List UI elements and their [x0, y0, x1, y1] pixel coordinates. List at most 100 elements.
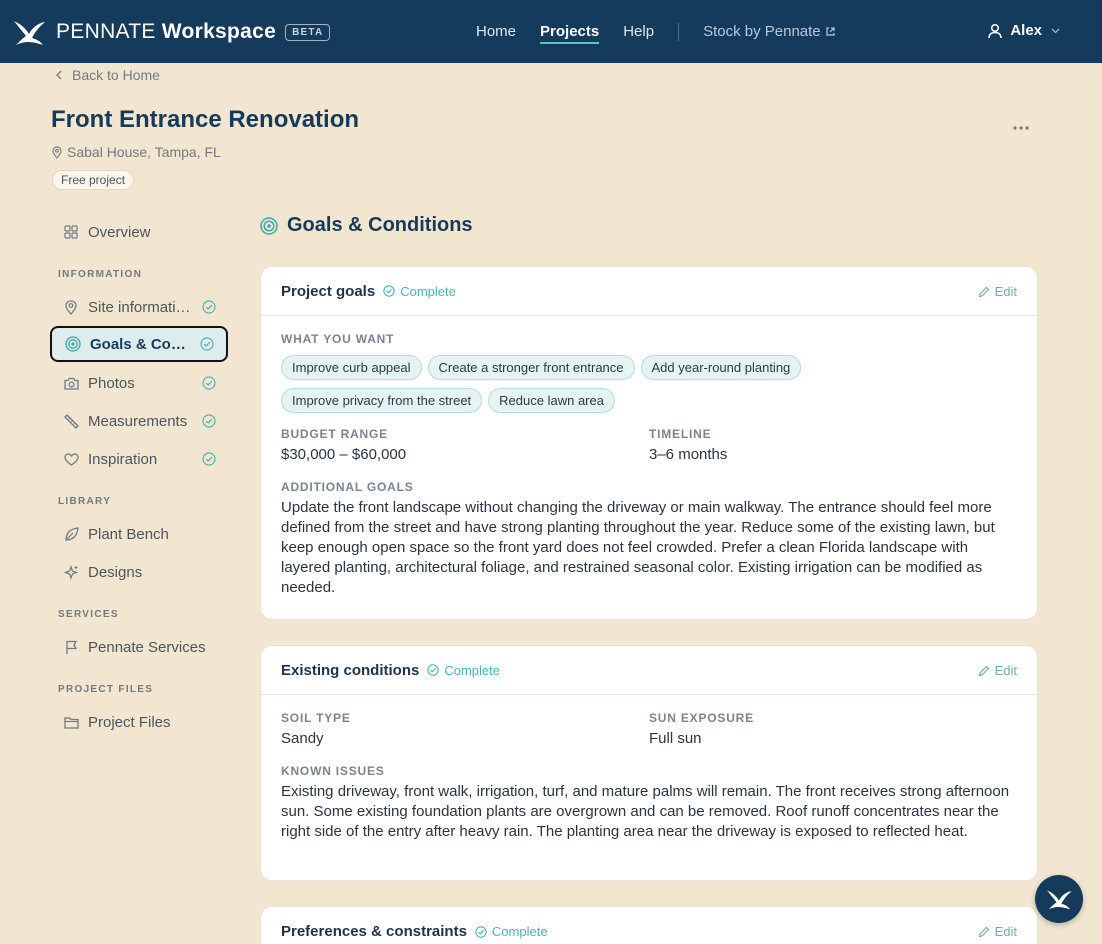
grid-icon — [63, 224, 79, 240]
existing-conditions-card: Existing conditions Complete Edit SOIL T… — [260, 645, 1038, 881]
sidebar-item-overview[interactable]: Overview — [50, 214, 228, 250]
check-circle-icon — [383, 285, 395, 297]
sidebar-item-plant-bench[interactable]: Plant Bench — [50, 516, 228, 552]
check-circle-icon — [202, 414, 216, 428]
sidebar-item-label: Project Files — [88, 713, 171, 731]
project-tier-badge: Free project — [52, 170, 135, 190]
field-label-known-issues: KNOWN ISSUES — [281, 764, 385, 778]
location-text: Sabal House, Tampa, FL — [67, 144, 221, 160]
sidebar-section-library: LIBRARY — [58, 496, 112, 507]
main-nav: Home Projects Help Stock by Pennate — [476, 0, 836, 63]
chevron-down-icon — [1051, 28, 1060, 33]
edit-preferences-button[interactable]: Edit — [978, 924, 1017, 939]
sidebar-item-label: Designs — [88, 563, 143, 581]
sidebar-item-label: Overview — [88, 223, 151, 241]
sidebar-item-measurements[interactable]: Measurements — [50, 403, 228, 439]
status-text: Complete — [444, 662, 500, 678]
edit-label: Edit — [994, 924, 1017, 939]
user-menu[interactable]: Alex — [988, 22, 1068, 39]
card-body: SOIL TYPE Sandy SUN EXPOSURE Full sun KN… — [261, 695, 1037, 842]
back-to-home-link[interactable]: Back to Home — [56, 67, 160, 83]
check-circle-icon — [202, 300, 216, 314]
section-header: Goals & Conditions — [260, 214, 473, 237]
goal-chip: Improve curb appeal — [281, 355, 422, 380]
edit-conditions-button[interactable]: Edit — [978, 663, 1017, 678]
sidebar-item-photos[interactable]: Photos — [50, 365, 228, 401]
brand-name-light: PENNATE — [56, 20, 156, 43]
budget-value: $30,000 – $60,000 — [281, 446, 407, 463]
ruler-icon — [63, 413, 79, 429]
sun-value: Full sun — [649, 730, 702, 747]
nav-divider — [678, 22, 680, 41]
check-circle-icon — [427, 664, 440, 676]
sidebar-item-pennate-services[interactable]: Pennate Services — [50, 629, 228, 665]
field-label-timeline: TIMELINE — [649, 427, 712, 441]
edit-label: Edit — [994, 663, 1017, 678]
sidebar-section-project-files: PROJECT FILES — [58, 684, 154, 695]
status-badge: Complete — [383, 284, 456, 299]
brand-logo-link[interactable]: PENNATE Workspace BETA — [12, 17, 331, 47]
project-location: Sabal House, Tampa, FL — [52, 144, 221, 160]
goal-chip: Reduce lawn area — [488, 388, 615, 413]
page-title: Front Entrance Renovation — [51, 106, 360, 133]
sidebar-item-site-information[interactable]: Site information — [50, 289, 228, 325]
bird-logo-icon — [1047, 890, 1072, 910]
user-name: Alex — [1010, 22, 1042, 39]
section-title: Goals & Conditions — [287, 214, 473, 236]
user-icon — [988, 23, 1003, 38]
top-navigation-bar: PENNATE Workspace BETA Home Projects Help… — [0, 0, 1102, 63]
leaf-icon — [63, 526, 79, 542]
map-pin-icon — [52, 145, 62, 159]
nav-projects[interactable]: Projects — [540, 0, 600, 63]
more-options-button[interactable] — [1012, 118, 1030, 136]
sidebar-item-goals-conditions[interactable]: Goals & Conditions — [50, 326, 228, 362]
sidebar-item-label: Site information — [88, 298, 192, 316]
card-title: Project goals — [281, 282, 376, 300]
sidebar-item-inspiration[interactable]: Inspiration — [50, 441, 228, 477]
sidebar-item-designs[interactable]: Designs — [50, 554, 228, 590]
sidebar-item-label: Pennate Services — [88, 638, 206, 656]
bird-logo-icon — [14, 21, 45, 45]
folder-icon — [63, 714, 79, 730]
budget-timeline-row: BUDGET RANGE $30,000 – $60,000 TIMELINE … — [281, 427, 1017, 463]
card-title: Existing conditions — [281, 661, 420, 679]
target-icon — [65, 336, 81, 352]
field-label-additional-goals: ADDITIONAL GOALS — [281, 480, 414, 494]
card-body: WHAT YOU WANT Improve curb appeal Create… — [261, 316, 1037, 598]
more-horizontal-icon — [1013, 126, 1029, 130]
back-label: Back to Home — [72, 67, 160, 83]
edit-goals-button[interactable]: Edit — [978, 284, 1017, 299]
assistant-fab-button[interactable] — [1035, 875, 1083, 923]
nav-help[interactable]: Help — [623, 0, 654, 63]
goal-chips: Improve curb appeal Create a stronger fr… — [281, 355, 881, 421]
external-link-icon — [826, 27, 835, 36]
nav-home[interactable]: Home — [476, 0, 516, 63]
field-label-what-you-want: WHAT YOU WANT — [281, 332, 395, 346]
sidebar-item-label: Plant Bench — [88, 525, 169, 543]
check-circle-icon — [202, 376, 216, 390]
preferences-constraints-card: Preferences & constraints Complete Edit — [260, 906, 1038, 944]
sparkle-icon — [63, 564, 79, 580]
goal-chip: Add year-round planting — [640, 355, 802, 380]
goal-chip: Improve privacy from the street — [281, 388, 483, 413]
card-header: Preferences & constraints Complete Edit — [261, 907, 1037, 944]
additional-goals-text: Update the front landscape without chang… — [281, 499, 995, 596]
card-title: Preferences & constraints — [281, 923, 467, 940]
card-header: Project goals Complete Edit — [261, 267, 1037, 316]
sidebar-section-services: SERVICES — [58, 609, 119, 620]
status-text: Complete — [491, 924, 548, 939]
nav-stock-link[interactable]: Stock by Pennate — [703, 23, 836, 40]
timeline-value: 3–6 months — [649, 446, 728, 463]
pencil-icon — [978, 665, 989, 676]
project-goals-card: Project goals Complete Edit WHAT YOU WAN… — [260, 266, 1038, 620]
sidebar-item-project-files[interactable]: Project Files — [50, 704, 228, 740]
check-circle-icon — [202, 452, 216, 466]
pencil-icon — [978, 926, 989, 937]
sidebar-item-label: Goals & Conditions — [90, 335, 194, 353]
status-text: Complete — [400, 283, 456, 299]
field-label-budget: BUDGET RANGE — [281, 427, 388, 441]
camera-icon — [63, 375, 79, 391]
status-badge: Complete — [475, 924, 548, 939]
goal-chip: Create a stronger front entrance — [427, 355, 635, 380]
sidebar-item-label: Measurements — [88, 412, 188, 430]
